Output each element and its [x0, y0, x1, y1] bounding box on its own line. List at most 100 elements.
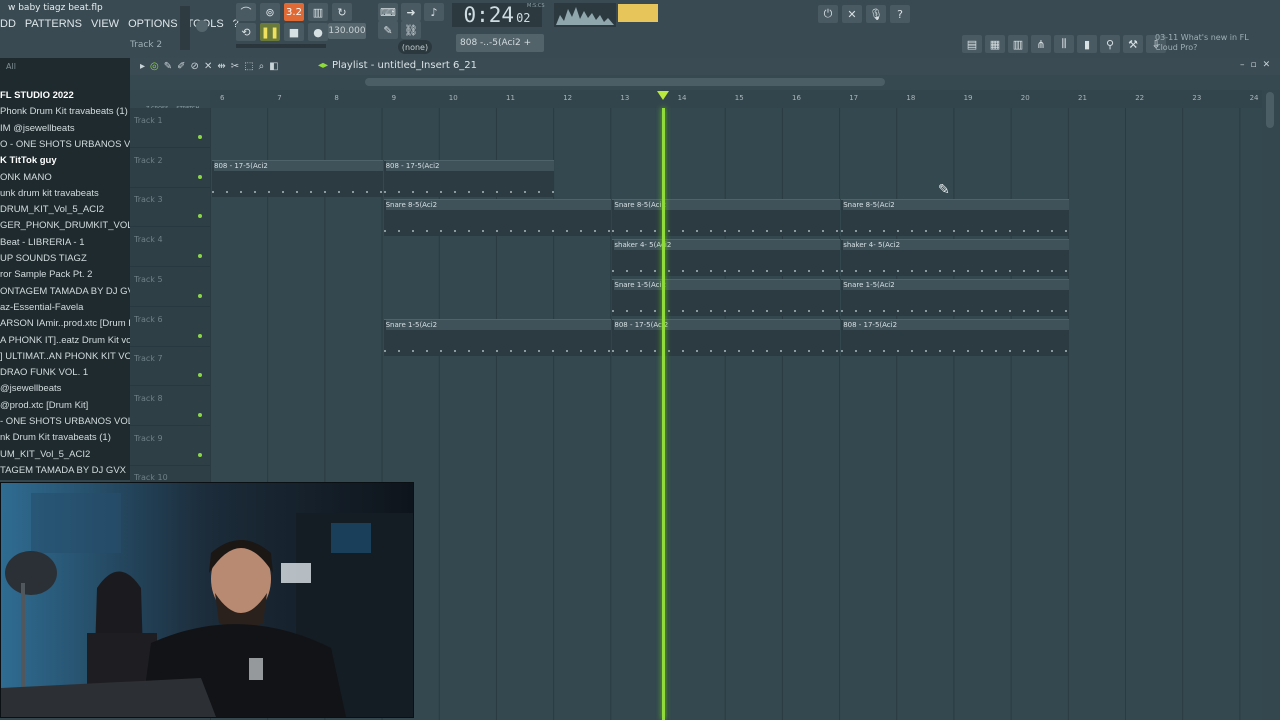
- track-header[interactable]: Track 6: [130, 307, 210, 347]
- menu-item-options[interactable]: OPTIONS: [128, 18, 178, 32]
- browser-item[interactable]: GER_PHONK_DRUMKIT_VOL_3: [0, 218, 130, 234]
- record-button[interactable]: ●: [308, 23, 328, 41]
- browser-item[interactable]: IM @jsewellbeats: [0, 121, 75, 137]
- mute-icon[interactable]: ✕: [204, 61, 212, 72]
- pattern-selector[interactable]: 808 -..-5(Aci2 +: [456, 34, 544, 52]
- browser-item[interactable]: A PHONK IT]..eatz Drum Kit vol 1: [0, 333, 130, 349]
- track-enable-led[interactable]: [198, 333, 202, 338]
- record-mode-icon[interactable]: ⊚: [260, 3, 280, 21]
- track-header[interactable]: Track 8: [130, 386, 210, 426]
- browser-item[interactable]: ONK MANO: [0, 170, 52, 186]
- browser-item[interactable]: UP SOUNDS TIAGZ: [0, 251, 87, 267]
- track-enable-led[interactable]: [198, 135, 202, 139]
- track-header[interactable]: Track 1: [130, 108, 210, 148]
- pattern-clip[interactable]: 808 - 17-5(Aci2: [383, 159, 555, 197]
- browser-item[interactable]: FL STUDIO 2022: [0, 88, 74, 104]
- pattern-clip[interactable]: 808 - 17-5(Aci2: [841, 318, 1069, 356]
- minimize-icon[interactable]: –: [1240, 60, 1245, 70]
- track-header[interactable]: Track 2: [130, 148, 210, 188]
- track-header[interactable]: Track 7: [130, 346, 210, 387]
- browser-item[interactable]: ror Sample Pack Pt. 2: [0, 267, 92, 283]
- pattern-clip[interactable]: Snare 1-5(Aci2: [383, 318, 612, 356]
- pause-button[interactable]: ❚❚: [260, 23, 280, 41]
- slip-icon[interactable]: ⇹: [217, 61, 225, 72]
- track-header[interactable]: Track 4: [130, 227, 210, 268]
- mixer-icon[interactable]: ⫼: [1054, 35, 1074, 53]
- brush-icon[interactable]: ✐: [177, 61, 185, 72]
- browser-item[interactable]: TAGEM TAMADA BY DJ GVX: [0, 463, 126, 479]
- browser-item[interactable]: DRUM_KIT_Vol_5_ACI2: [0, 202, 104, 218]
- browser-item[interactable]: PHONK IT]Shur1x Beatz Drum Kit vol 1: [0, 479, 130, 480]
- master-volume-slider[interactable]: [180, 6, 190, 50]
- track-enable-led[interactable]: [198, 412, 202, 417]
- link-icon[interactable]: ⛓: [401, 21, 421, 39]
- song-position-slider[interactable]: [236, 44, 326, 48]
- play-arrow-icon[interactable]: ▸: [140, 61, 145, 72]
- browser-item[interactable]: Beat - LIBRERIA - 1: [0, 235, 84, 251]
- browser-item[interactable]: nk Drum Kit travabeats (1): [0, 430, 111, 446]
- news-panel[interactable]: 03-11 What's new in FL Cloud Pro?: [1155, 33, 1249, 53]
- pattern-clip[interactable]: Snare 8-5(Aci2: [612, 199, 841, 237]
- track-enable-led[interactable]: [198, 452, 202, 457]
- power-icon[interactable]: ⏻: [818, 5, 838, 23]
- playhead-marker[interactable]: [656, 91, 669, 100]
- loop-record-icon[interactable]: ↻: [332, 3, 352, 21]
- browser-item[interactable]: az-Essential-Favela: [0, 300, 83, 316]
- horizontal-scrollbar[interactable]: [365, 78, 885, 86]
- track-header[interactable]: Track 5: [130, 267, 210, 307]
- step-edit-icon[interactable]: ▥: [308, 3, 328, 21]
- timeline-ruler[interactable]: 6 7 8 9 10 11 12 13 14 15 16 17 18 19 20 21 22 23 24: [210, 90, 1262, 108]
- track-enable-led[interactable]: [198, 214, 202, 219]
- file-icon[interactable]: ▮: [1077, 35, 1097, 53]
- browser-item[interactable]: UM_KIT_Vol_5_ACI2: [0, 447, 90, 463]
- plugin-icon[interactable]: ⚲: [1100, 35, 1120, 53]
- pattern-number[interactable]: 3.2: [284, 3, 304, 21]
- delete-icon[interactable]: ⊘: [191, 61, 199, 72]
- browser-item[interactable]: ONTAGEM TAMADA BY DJ GVX: [0, 284, 130, 300]
- pattern-clip[interactable]: Snare 1-5(Aci2: [612, 278, 841, 316]
- track-enable-led[interactable]: [198, 174, 202, 179]
- typing-keyboard-icon[interactable]: ⌨: [378, 3, 398, 21]
- browser-item[interactable]: ] ULTIMAT..AN PHONK KIT VOL. 3: [0, 349, 130, 365]
- loop-icon[interactable]: ⟲: [236, 23, 256, 41]
- help-icon[interactable]: ?: [890, 5, 910, 23]
- slice-icon[interactable]: ✂: [231, 61, 239, 72]
- stop-button[interactable]: ■: [284, 23, 304, 41]
- pattern-song-toggle[interactable]: ⌒: [236, 3, 256, 21]
- wrench-icon[interactable]: ⚒: [1123, 35, 1143, 53]
- snap-select[interactable]: (none): [398, 40, 432, 54]
- menu-item-view[interactable]: VIEW: [91, 18, 119, 32]
- playback-icon[interactable]: ◧: [269, 61, 278, 72]
- track-enable-led[interactable]: [198, 373, 202, 378]
- browser-filter[interactable]: All: [6, 62, 16, 71]
- magnet-icon[interactable]: ◎: [150, 61, 159, 72]
- browser-item[interactable]: unk drum kit travabeats: [0, 186, 99, 202]
- browser-item[interactable]: DRAO FUNK VOL. 1: [0, 365, 88, 381]
- playlist-icon[interactable]: ▤: [962, 35, 982, 53]
- track-header[interactable]: Track 3: [130, 187, 210, 228]
- select-icon[interactable]: ⬚: [244, 61, 253, 72]
- browser-item[interactable]: O - ONE SHOTS URBANOS VOL. 2: [0, 137, 130, 153]
- zoom-icon[interactable]: ⌕: [259, 61, 265, 72]
- browser-item[interactable]: - ONE SHOTS URBANOS VOL. 2: [0, 414, 130, 430]
- browser-item[interactable]: @prod.xtc [Drum Kit]: [0, 398, 88, 414]
- maximize-icon[interactable]: ▫: [1251, 60, 1257, 70]
- playlist-arrows-icon[interactable]: ◂▸: [318, 60, 328, 71]
- browser-item[interactable]: @jsewellbeats: [0, 381, 61, 397]
- pattern-clip[interactable]: 808 - 17-5(Aci2: [612, 318, 841, 356]
- master-pitch-knob[interactable]: [196, 20, 208, 32]
- pattern-clip[interactable]: shaker 4- 5(Aci2: [612, 239, 841, 277]
- menu-item-dd[interactable]: DD: [0, 18, 16, 32]
- track-enable-led[interactable]: [198, 254, 202, 259]
- disconnect-icon[interactable]: ✕: [842, 5, 862, 23]
- step-icon[interactable]: ➜: [401, 3, 421, 21]
- browser-item[interactable]: ARSON IAmir..prod.xtc [Drum Kit]: [0, 316, 130, 332]
- add-pattern-icon[interactable]: +: [524, 38, 532, 48]
- track-enable-led[interactable]: [198, 293, 202, 298]
- pattern-clip[interactable]: 808 - 17-5(Aci2: [212, 159, 383, 197]
- pattern-clip[interactable]: Snare 1-5(Aci2: [841, 278, 1069, 316]
- close-icon[interactable]: ✕: [1263, 60, 1271, 70]
- track-header[interactable]: Track 9: [130, 426, 210, 466]
- pencil-icon[interactable]: ✎: [164, 61, 172, 72]
- piano-roll-icon[interactable]: ▦: [985, 35, 1005, 53]
